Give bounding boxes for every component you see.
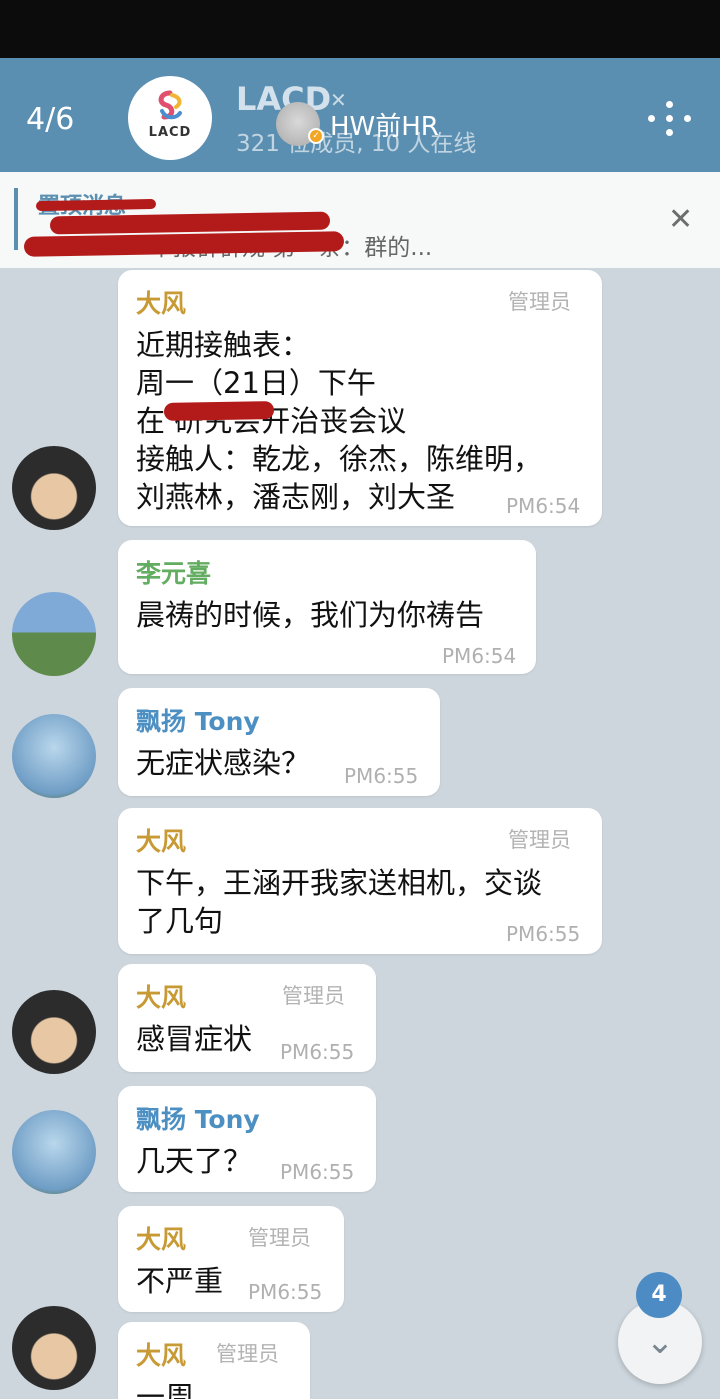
admin-badge: 管理员 (216, 1342, 279, 1366)
message-sender[interactable]: 大风 (136, 978, 186, 1014)
status-bar (0, 0, 720, 58)
avatar[interactable] (12, 446, 96, 530)
message-time: PM6:54 (442, 644, 517, 668)
message-bubble[interactable]: 大风 管理员 近期接触表： 周一（21日）下午 在 研究会开治丧会议 接触人：乾… (118, 270, 602, 526)
message-time: PM6:55 (280, 1160, 355, 1184)
back-counter[interactable]: 4/6 (26, 102, 74, 137)
redaction-mark (35, 198, 157, 212)
group-logo-subtext (169, 142, 171, 148)
message-time: PM6:55 (344, 764, 419, 788)
message-bubble[interactable]: 飘扬 Tony 无症状感染？ PM6:55 (118, 688, 440, 796)
avatar[interactable] (12, 1306, 96, 1390)
redaction-mark (163, 401, 275, 421)
message-sender[interactable]: 大风 (136, 284, 186, 320)
message-text: 近期接触表： 周一（21日）下午 在 研究会开治丧会议 接触人：乾龙，徐杰，陈维… (136, 328, 543, 514)
avatar[interactable] (12, 1110, 96, 1194)
admin-badge: 管理员 (282, 984, 345, 1008)
message-time: PM6:54 (506, 494, 581, 518)
chat-header: 4/6 LACD LACD ✕ 321 位成员, 10 人在线 ✓ HW前HR (0, 58, 720, 172)
message-sender[interactable]: 飘扬 Tony (136, 702, 260, 738)
message-bubble[interactable]: 李元喜 晨祷的时候，我们为你祷告 PM6:54 (118, 540, 536, 674)
message-time: PM6:55 (280, 1040, 355, 1064)
message-text: 一周 (136, 1380, 195, 1399)
admin-badge: 管理员 (248, 1226, 311, 1250)
message-text: 几天了？ (136, 1144, 253, 1178)
message-bubble[interactable]: 飘扬 Tony 几天了？ PM6:55 (118, 1086, 376, 1192)
close-icon[interactable]: ✕ (668, 202, 693, 237)
more-menu-icon[interactable] (646, 98, 694, 138)
message-sender[interactable]: 李元喜 (136, 554, 211, 590)
pinned-bar (14, 188, 18, 250)
watermark: ✓ HW前HR (276, 102, 439, 146)
message-text: 下午，王涵开我家送相机，交谈 了几句 (136, 866, 543, 938)
group-avatar[interactable]: LACD (128, 76, 212, 160)
lacd-logo-icon (158, 90, 182, 119)
verified-icon: ✓ (308, 128, 324, 144)
message-sender[interactable]: 大风 (136, 1336, 186, 1372)
message-sender[interactable]: 大风 (136, 822, 186, 858)
message-sender[interactable]: 大风 (136, 1220, 186, 1256)
admin-badge: 管理员 (508, 828, 571, 852)
group-logo-text: LACD (148, 124, 192, 140)
watermark-name: HW前HR (330, 111, 439, 142)
avatar[interactable] (12, 714, 96, 798)
message-sender[interactable]: 飘扬 Tony (136, 1100, 260, 1136)
message-bubble[interactable]: 大风 管理员 一周 (118, 1322, 310, 1399)
message-bubble[interactable]: 大风 管理员 感冒症状 PM6:55 (118, 964, 376, 1072)
avatar[interactable] (12, 592, 96, 676)
message-text: 不严重 (136, 1264, 224, 1298)
chevron-down-icon: ⌄ (645, 1322, 675, 1362)
message-time: PM6:55 (506, 922, 581, 946)
message-bubble[interactable]: 大风 管理员 下午，王涵开我家送相机，交谈 了几句 PM6:55 (118, 808, 602, 954)
admin-badge: 管理员 (508, 290, 571, 314)
message-text: 晨祷的时候，我们为你祷告 (136, 598, 485, 632)
message-text: 感冒症状 (136, 1022, 253, 1056)
message-bubble[interactable]: 大风 管理员 不严重 PM6:55 (118, 1206, 344, 1312)
pinned-message[interactable]: 置顶消息 中报群群规 第一条：群的... ✕ (0, 172, 720, 268)
message-time: PM6:55 (248, 1280, 323, 1304)
watermark-avatar: ✓ (276, 102, 324, 146)
message-text: 无症状感染？ (136, 746, 311, 780)
unread-count-badge: 4 (636, 1272, 682, 1318)
avatar[interactable] (12, 990, 96, 1074)
